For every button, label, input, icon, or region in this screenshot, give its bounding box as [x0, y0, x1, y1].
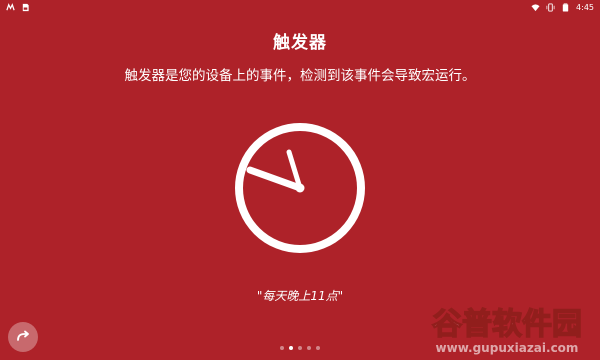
page-dot[interactable]: [307, 346, 311, 350]
wifi-icon: [531, 3, 540, 11]
page-title: 触发器: [273, 33, 327, 53]
page-dot-active[interactable]: [289, 346, 293, 350]
page-dot[interactable]: [316, 346, 320, 350]
battery-icon: [562, 2, 569, 12]
page-description: 触发器是您的设备上的事件，检测到该事件会导致宏运行。: [124, 68, 476, 84]
status-right-group: 4:45: [531, 3, 594, 12]
clock-icon: [235, 123, 365, 253]
page-dot[interactable]: [280, 346, 284, 350]
watermark-brand-text: 谷普软件园: [432, 307, 582, 342]
redo-arrow-icon: [17, 330, 29, 341]
status-time: 4:45: [576, 2, 594, 12]
sd-card-icon: [22, 3, 29, 11]
page-dot[interactable]: [298, 346, 302, 350]
vibrate-icon: [546, 2, 555, 12]
watermark-logo: 谷普软件园 www.gupuxiazai.com: [418, 300, 596, 358]
m-logo-icon: [6, 2, 15, 10]
watermark-graphic: 谷普软件园 www.gupuxiazai.com: [431, 306, 582, 355]
watermark-url-text: www.gupuxiazai.com: [436, 341, 579, 355]
status-bar: 4:45: [0, 0, 600, 14]
status-left-group: [6, 2, 30, 12]
